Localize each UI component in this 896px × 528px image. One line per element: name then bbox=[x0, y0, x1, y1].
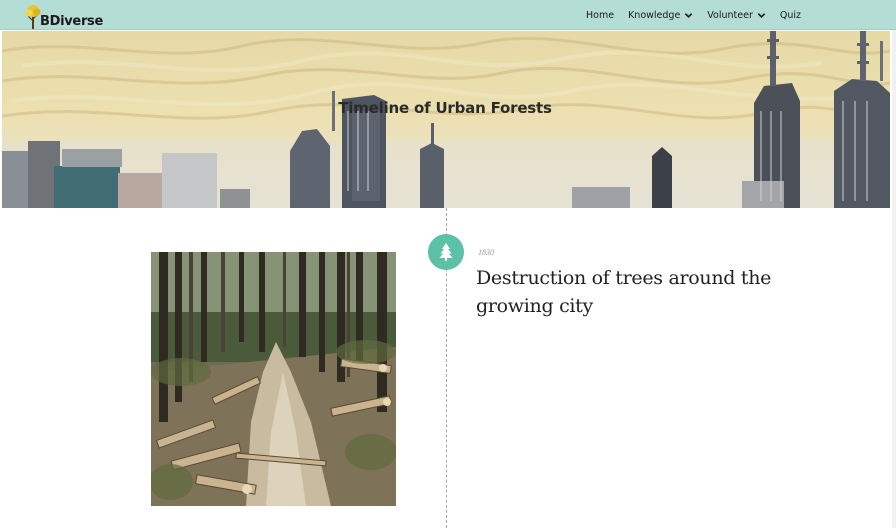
nav-quiz[interactable]: Quiz bbox=[780, 10, 801, 21]
nav-quiz-label: Quiz bbox=[779, 9, 801, 21]
nav-volunteer-label: Volunteer bbox=[707, 9, 753, 21]
chevron-down-icon bbox=[757, 12, 766, 18]
scrollbar-track[interactable] bbox=[892, 30, 896, 528]
brand-name: BDiverse bbox=[40, 14, 104, 29]
brand-logo[interactable]: BDiverse bbox=[24, 2, 103, 30]
timeline-marker bbox=[428, 234, 464, 270]
hero-banner: Timeline of Urban Forests bbox=[2, 31, 890, 208]
chevron-down-icon bbox=[685, 12, 693, 18]
forest-path-image bbox=[151, 252, 396, 506]
page: BDiverse Home Knowledge Volunteer Quiz T… bbox=[0, 0, 896, 528]
nav-knowledge[interactable]: Knowledge bbox=[628, 10, 693, 21]
main-nav: Home Knowledge Volunteer Quiz bbox=[572, 0, 801, 30]
navbar: BDiverse Home Knowledge Volunteer Quiz bbox=[0, 0, 896, 30]
page-title: Timeline of Urban Forests bbox=[338, 99, 552, 117]
nav-home[interactable]: Home bbox=[586, 10, 614, 21]
tree-icon bbox=[439, 243, 453, 261]
event-title: Destruction of trees around the growing … bbox=[476, 267, 772, 317]
nav-volunteer[interactable]: Volunteer bbox=[707, 10, 766, 21]
nav-knowledge-label: Knowledge bbox=[628, 9, 681, 21]
nav-home-label: Home bbox=[586, 9, 615, 21]
event-year: 1830 bbox=[478, 248, 494, 257]
city-skyline-image bbox=[2, 31, 890, 208]
